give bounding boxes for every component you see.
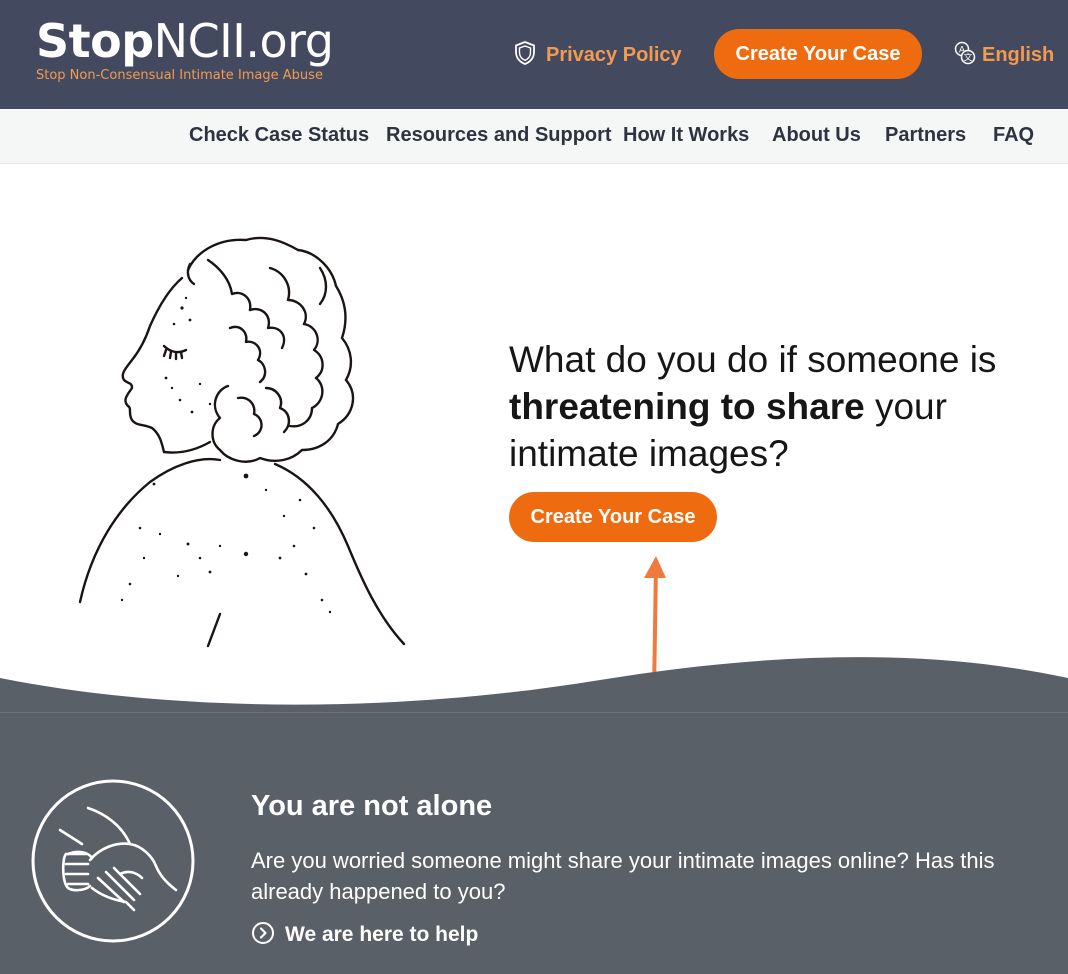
site-logo[interactable]: StopNCII.org Stop Non-Consensual Intimat… bbox=[36, 14, 334, 83]
headline-part-1: What do you do if someone is bbox=[509, 339, 997, 380]
wave-divider bbox=[0, 640, 1068, 719]
main-nav: Check Case Status Resources and Support … bbox=[0, 109, 1068, 164]
nav-item-partners[interactable]: Partners bbox=[885, 124, 966, 147]
create-case-hero-button[interactable]: Create Your Case bbox=[509, 492, 717, 542]
chevron-circle-icon bbox=[251, 921, 275, 950]
nav-item-how-it-works[interactable]: How It Works bbox=[623, 124, 749, 147]
privacy-policy-link[interactable]: Privacy Policy bbox=[514, 40, 682, 70]
here-to-help-link[interactable]: We are here to help bbox=[251, 921, 478, 949]
logo-tagline: Stop Non-Consensual Intimate Image Abuse bbox=[36, 68, 323, 83]
nav-item-faq[interactable]: FAQ bbox=[993, 124, 1034, 147]
band-description: Are you worried someone might share your… bbox=[251, 848, 995, 904]
hero-headline: What do you do if someone is threatening… bbox=[509, 336, 1049, 477]
svg-text:文: 文 bbox=[963, 51, 972, 63]
site-header: StopNCII.org Stop Non-Consensual Intimat… bbox=[0, 0, 1068, 109]
helping-hands-icon bbox=[30, 778, 196, 949]
shield-icon bbox=[514, 40, 536, 71]
language-selector[interactable]: A 文 English bbox=[954, 40, 1054, 70]
privacy-policy-label: Privacy Policy bbox=[546, 43, 682, 66]
nav-item-about-us[interactable]: About Us bbox=[772, 124, 861, 147]
nav-item-resources-and-support[interactable]: Resources and Support bbox=[386, 124, 612, 147]
language-label: English bbox=[982, 43, 1055, 66]
logo-wordmark: StopNCII.org bbox=[36, 14, 334, 68]
headline-emphasis: threatening to share bbox=[509, 386, 865, 427]
translate-icon: A 文 bbox=[954, 40, 976, 71]
nav-item-check-case-status[interactable]: Check Case Status bbox=[189, 124, 369, 147]
create-case-header-button[interactable]: Create Your Case bbox=[714, 29, 922, 79]
hero-illustration bbox=[70, 228, 410, 658]
here-to-help-label: We are here to help bbox=[285, 923, 479, 946]
band-title: You are not alone bbox=[251, 790, 493, 822]
